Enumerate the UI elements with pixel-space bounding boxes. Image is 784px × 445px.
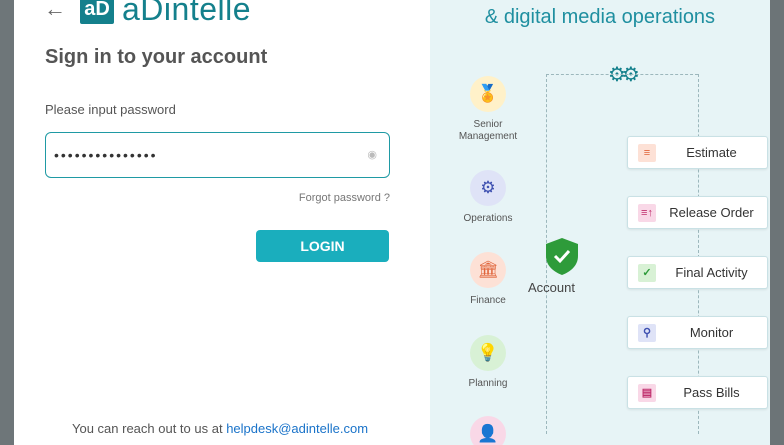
dept-label: Planning (468, 378, 508, 389)
right-frame (770, 0, 784, 445)
password-field[interactable]: ◉ (45, 132, 390, 178)
password-label: Please input password (45, 102, 176, 117)
document-icon: ≡ (638, 143, 656, 162)
step-release-order: ≡↑ Release Order (627, 196, 768, 229)
step-final-activity: ✓ Final Activity (627, 256, 768, 289)
bank-icon: 🏛 (470, 252, 506, 288)
release-order-icon: ≡↑ (638, 203, 656, 222)
dept-senior-management: 🏅 Senior Management (448, 76, 528, 143)
step-label: Release Order (669, 205, 754, 220)
logo-mark: aD (80, 0, 114, 24)
forgot-password-link[interactable]: Forgot password ? (299, 192, 390, 204)
back-arrow-icon[interactable]: ← (44, 0, 66, 22)
bill-icon: ▤ (638, 383, 656, 402)
dept-label: Senior Management (458, 119, 518, 142)
step-label: Estimate (686, 145, 737, 160)
footer-text: You can reach out to us at (72, 421, 227, 436)
login-pane: ← aD aDintelle Sign in to your account P… (14, 0, 430, 445)
step-label: Final Activity (675, 265, 748, 280)
magnifier-icon: ⚲ (638, 323, 656, 342)
left-frame (0, 0, 14, 445)
step-estimate: ≡ Estimate (627, 136, 768, 169)
dept-finance: 🏛 Finance (448, 252, 528, 307)
step-pass-bills: ▤ Pass Bills (627, 376, 768, 409)
dept-operations: ⚙ Operations (448, 170, 528, 225)
dept-label: Operations (463, 213, 513, 224)
lightbulb-icon: 💡 (470, 335, 506, 371)
footer: You can reach out to us at helpdesk@adin… (72, 421, 368, 436)
step-label: Pass Bills (683, 385, 740, 400)
check-circle-icon: ✓ (638, 263, 656, 282)
login-card: ← aD aDintelle Sign in to your account P… (14, 0, 770, 445)
user-icon: 👤 (470, 416, 506, 445)
dept-label: Finance (470, 295, 506, 306)
gear-icon: ⚙ (470, 170, 506, 206)
illustration-pane: & digital media operations ⚙⚙ 🏅 Senior M… (430, 0, 770, 445)
account-label: Account (528, 280, 575, 295)
helpdesk-email-link[interactable]: helpdesk@adintelle.com (226, 421, 368, 436)
logo-text: aDintelle (122, 0, 252, 27)
illustration-title: & digital media operations (484, 6, 716, 28)
dept-planning: 💡 Planning (448, 335, 528, 390)
logo: aD aDintelle (80, 0, 252, 27)
step-label: Monitor (689, 325, 734, 340)
eye-icon[interactable]: ◉ (367, 148, 377, 161)
shield-check-icon (546, 238, 578, 275)
password-input[interactable] (54, 133, 354, 177)
flow-line-top (546, 74, 698, 75)
medal-icon: 🏅 (470, 76, 506, 112)
step-monitor: ⚲ Monitor (627, 316, 768, 349)
page-title: Sign in to your account (45, 46, 268, 68)
login-button[interactable]: LOGIN (256, 230, 389, 262)
dept-user: 👤 (448, 416, 528, 445)
